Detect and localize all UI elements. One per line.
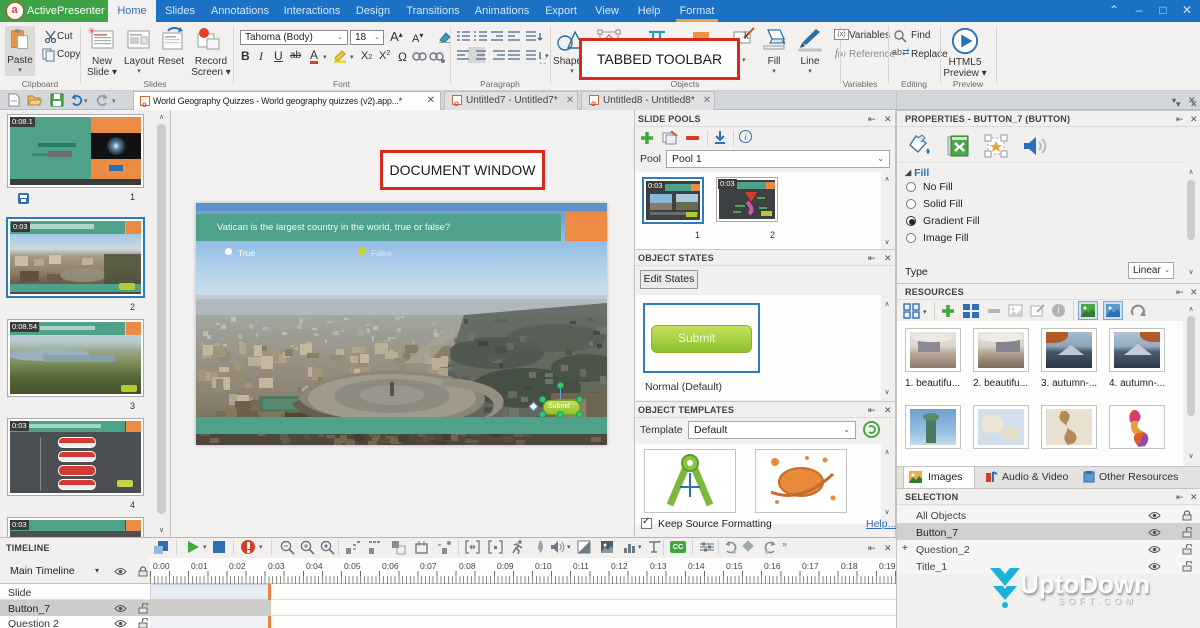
svg-text:UptoDown: UptoDown [1020,569,1150,599]
svg-text:✳: ✳ [88,27,96,36]
svg-text:SOFT.COM: SOFT.COM [1058,596,1137,606]
